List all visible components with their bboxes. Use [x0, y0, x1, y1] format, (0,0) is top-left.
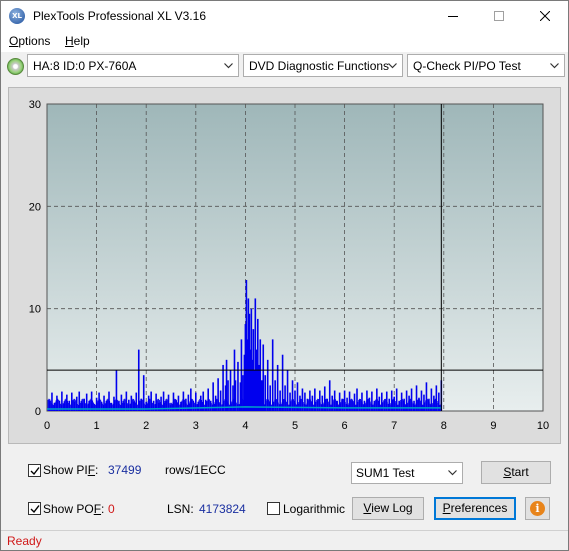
chevron-down-icon	[550, 63, 559, 69]
chevron-down-icon	[448, 470, 457, 476]
pi-po-chart: 0 1 2 3 4 5 6 7 8 9 10 0 10 20 30	[29, 99, 549, 432]
logarithmic-checkbox[interactable]	[267, 502, 280, 515]
title-bar[interactable]: XL PlexTools Professional XL V3.16	[1, 1, 568, 31]
menu-help-accel: H	[65, 34, 74, 48]
view-log-button[interactable]: View Log	[352, 497, 424, 520]
drive-select[interactable]: HA:8 ID:0 PX-760A	[27, 54, 239, 77]
lsn-label: LSN:	[167, 502, 194, 516]
show-pif-label-suffix: :	[95, 463, 99, 477]
checkmark-icon	[30, 467, 40, 476]
minimize-icon	[448, 16, 458, 17]
status-bar: Ready	[1, 530, 568, 550]
x-tick-label: 4	[242, 420, 248, 432]
x-tick-label: 8	[441, 420, 447, 432]
x-tick-label: 3	[193, 420, 199, 432]
x-tick-label: 1	[94, 420, 100, 432]
y-tick-label: 0	[35, 406, 41, 418]
app-logo-icon: XL	[9, 8, 25, 24]
view-log-button-label: iew Log	[371, 501, 413, 515]
x-tick-label: 5	[292, 420, 298, 432]
maximize-icon	[494, 11, 504, 21]
maximize-button[interactable]	[476, 1, 522, 31]
window-title: PlexTools Professional XL V3.16	[33, 9, 206, 23]
show-pif-label: Show PIF:	[43, 463, 98, 477]
logarithmic-label: Logarithmic	[283, 502, 346, 516]
function-select[interactable]: DVD Diagnostic Functions	[243, 54, 403, 77]
toolbar: HA:8 ID:0 PX-760A DVD Diagnostic Functio…	[1, 54, 568, 80]
pof-value: 0	[108, 502, 115, 516]
chevron-down-icon	[224, 63, 233, 69]
test-select-value: Q-Check PI/PO Test	[413, 59, 521, 73]
show-pif-checkbox[interactable]	[28, 464, 41, 477]
pif-unit: rows/1ECC	[165, 463, 226, 477]
show-pof-label: Show POF:	[43, 502, 104, 516]
checkmark-icon	[30, 505, 40, 514]
preferences-button[interactable]: Preferences	[434, 497, 516, 520]
start-button[interactable]: Start	[481, 461, 551, 484]
y-tick-label: 10	[29, 304, 41, 316]
menu-options-label: ptions	[18, 34, 51, 48]
sum-test-select-value: SUM1 Test	[356, 466, 415, 480]
show-pof-checkbox[interactable]	[28, 502, 41, 515]
x-tick-label: 10	[537, 420, 549, 432]
x-tick-label: 0	[44, 420, 50, 432]
preferences-button-accel: P	[442, 501, 451, 515]
x-tick-label: 9	[490, 420, 496, 432]
menu-bar: Options Help	[1, 31, 568, 52]
app-window: XL PlexTools Professional XL V3.16 Optio…	[0, 0, 569, 551]
close-icon	[540, 11, 550, 21]
show-pof-label-suffix: :	[101, 502, 105, 516]
function-select-value: DVD Diagnostic Functions	[249, 59, 390, 73]
chart-panel: 0 1 2 3 4 5 6 7 8 9 10 0 10 20 30	[8, 87, 561, 444]
lsn-value: 4173824	[199, 502, 246, 516]
menu-help[interactable]: Help	[65, 34, 90, 48]
menu-options-accel: O	[9, 34, 19, 48]
x-tick-label: 6	[342, 420, 348, 432]
menu-options[interactable]: Options	[9, 34, 50, 48]
chevron-down-icon	[388, 63, 397, 69]
y-tick-label: 20	[29, 201, 41, 213]
show-pif-label-prefix: Show PI	[43, 463, 88, 477]
x-tick-label: 7	[391, 420, 397, 432]
menu-help-label: elp	[73, 34, 90, 48]
minimize-button[interactable]	[430, 1, 476, 31]
test-select[interactable]: Q-Check PI/PO Test	[407, 54, 565, 77]
info-button[interactable]: i	[525, 497, 550, 520]
drive-select-value: HA:8 ID:0 PX-760A	[33, 59, 137, 73]
status-text: Ready	[7, 534, 42, 548]
show-pof-label-accel: F	[93, 502, 102, 516]
info-icon: i	[530, 501, 545, 516]
disc-drive-icon	[7, 58, 24, 75]
x-tick-label: 2	[143, 420, 149, 432]
show-pof-label-prefix: Show PO	[43, 502, 94, 516]
show-pif-label-accel: F	[87, 463, 96, 477]
preferences-button-label: references	[450, 501, 508, 515]
sum-test-select[interactable]: SUM1 Test	[351, 462, 463, 484]
controls-panel: Show PIF: 37499 rows/1ECC SUM1 Test Star…	[8, 451, 561, 526]
y-tick-label: 30	[29, 99, 41, 111]
close-button[interactable]	[522, 1, 568, 31]
pif-value: 37499	[108, 463, 142, 477]
start-button-label: tart	[511, 465, 529, 479]
